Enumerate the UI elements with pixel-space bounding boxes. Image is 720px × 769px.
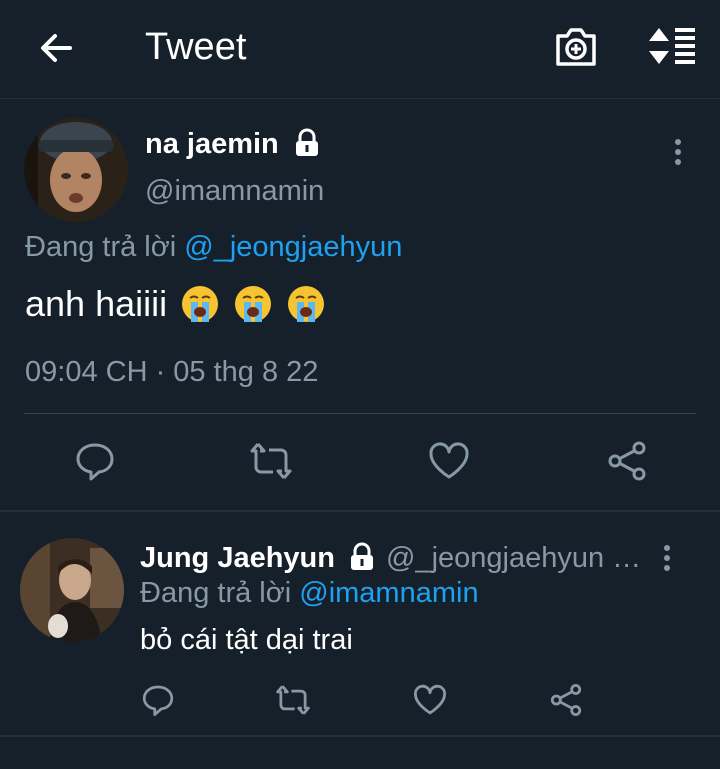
author-name[interactable]: Jung Jaehyun: [140, 542, 335, 575]
reply-icon[interactable]: [141, 683, 175, 717]
tweet-text: anh haiiii 😭😭😭: [25, 283, 326, 325]
author-name[interactable]: na jaemin: [145, 128, 279, 161]
retweet-icon[interactable]: [250, 440, 292, 482]
reply-mention-link[interactable]: @imamnamin: [299, 577, 478, 609]
crying-face-emoji-icon: [288, 286, 325, 322]
tweet-timestamp: 09:04 CH · 05 thg 8 22: [25, 356, 319, 388]
avatar[interactable]: [20, 538, 124, 642]
replying-to: Đang trả lời @_jeongjaehyun: [25, 231, 402, 264]
back-arrow-icon[interactable]: [36, 28, 76, 68]
author-handle[interactable]: @_jeongjaehyun …: [386, 542, 641, 575]
camera-icon[interactable]: [554, 26, 598, 68]
like-heart-icon[interactable]: [413, 683, 447, 717]
lock-icon: [347, 542, 377, 572]
more-options-icon[interactable]: [657, 543, 677, 575]
more-options-icon[interactable]: [668, 137, 688, 169]
author-handle[interactable]: @imamnamin: [145, 175, 324, 208]
divider: [24, 413, 696, 414]
crying-face-emoji-icon: [235, 286, 272, 322]
reply-prefix: Đang trả lời: [25, 231, 177, 263]
reply-mention-link[interactable]: @_jeongjaehyun: [184, 231, 402, 263]
page-title: Tweet: [145, 26, 247, 68]
crying-face-emoji-icon: [182, 286, 219, 322]
share-icon[interactable]: [549, 683, 583, 717]
reply-prefix: Đang trả lời: [140, 577, 292, 609]
avatar[interactable]: [24, 118, 128, 222]
lock-icon: [292, 128, 322, 158]
like-heart-icon[interactable]: [428, 440, 470, 482]
tweet-text-content: anh haiiii: [25, 283, 168, 324]
divider: [0, 510, 720, 512]
sort-icon[interactable]: [645, 26, 697, 66]
replying-to: Đang trả lời @imamnamin: [140, 577, 479, 610]
share-icon[interactable]: [606, 440, 648, 482]
tweet-text: bỏ cái tật dại trai: [140, 624, 353, 656]
reply-icon[interactable]: [74, 440, 116, 482]
divider: [0, 735, 720, 737]
retweet-icon[interactable]: [276, 683, 310, 717]
top-bar: Tweet: [0, 0, 720, 99]
